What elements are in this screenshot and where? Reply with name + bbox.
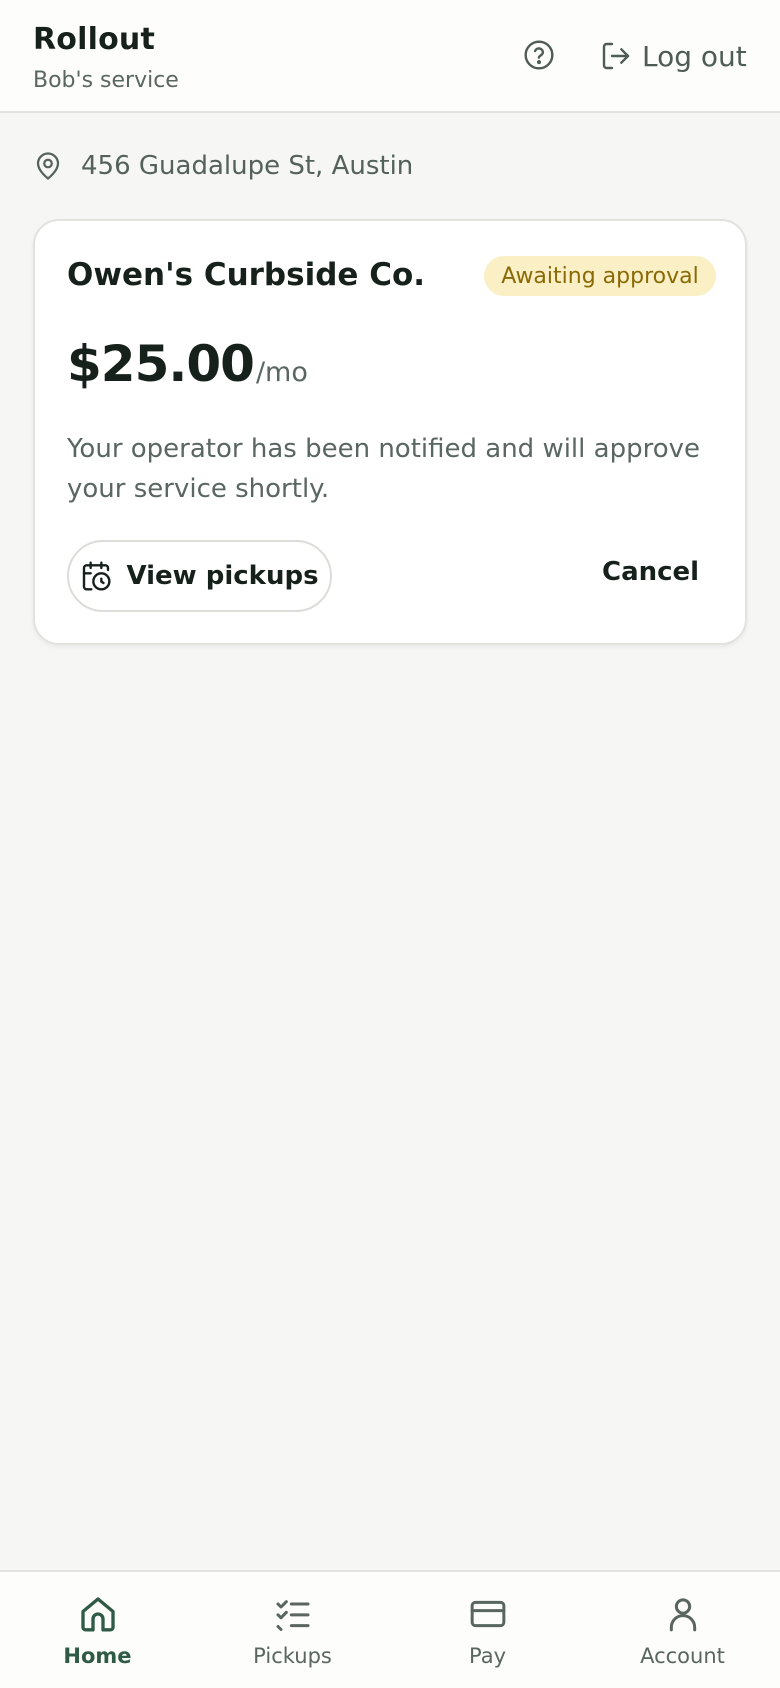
address-text: 456 Guadalupe St, Austin — [81, 151, 414, 181]
provider-name: Owen's Curbside Co. — [67, 257, 426, 293]
top-header: Rollout Bob's service Log out — [0, 0, 780, 113]
help-button[interactable] — [522, 38, 556, 72]
bottom-nav: Home Pickups Pay Account — [0, 1570, 780, 1688]
credit-card-icon — [470, 1600, 505, 1628]
nav-label-account: Account — [640, 1644, 725, 1668]
service-address: 456 Guadalupe St, Austin — [33, 146, 413, 186]
home-icon — [80, 1597, 115, 1632]
service-card: Owen's Curbside Co. Awaiting approval $2… — [33, 219, 747, 645]
calendar-clock-icon — [83, 561, 111, 591]
app-root: Rollout Bob's service Log out 456 Guadal… — [0, 0, 780, 1688]
app-title: Rollout — [33, 22, 155, 57]
nav-item-home[interactable]: Home — [0, 1572, 195, 1688]
cancel-button[interactable]: Cancel — [602, 557, 699, 597]
user-icon — [669, 1598, 696, 1632]
view-pickups-label: View pickups — [126, 561, 319, 591]
nav-label-pay: Pay — [468, 1644, 507, 1668]
nav-item-pay[interactable]: Pay — [390, 1572, 585, 1688]
help-circle-icon — [524, 40, 554, 70]
log-out-icon — [602, 42, 630, 70]
app-subtitle: Bob's service — [33, 68, 179, 93]
view-pickups-button[interactable]: View pickups — [67, 540, 332, 612]
nav-label-pickups: Pickups — [253, 1644, 332, 1668]
status-badge: Awaiting approval — [484, 256, 716, 296]
price-period: /mo — [255, 357, 308, 388]
logout-label: Log out — [642, 39, 747, 73]
logout-button[interactable]: Log out — [600, 34, 747, 78]
nav-label-home: Home — [63, 1644, 132, 1668]
approval-notice: Your operator has been notified and will… — [67, 434, 700, 504]
price-row: $25.00 /mo — [67, 335, 308, 393]
nav-item-account[interactable]: Account — [585, 1572, 780, 1688]
checklist-icon — [276, 1600, 309, 1631]
nav-item-pickups[interactable]: Pickups — [195, 1572, 390, 1688]
map-pin-icon — [36, 152, 60, 180]
price-amount: $25.00 — [67, 335, 255, 393]
